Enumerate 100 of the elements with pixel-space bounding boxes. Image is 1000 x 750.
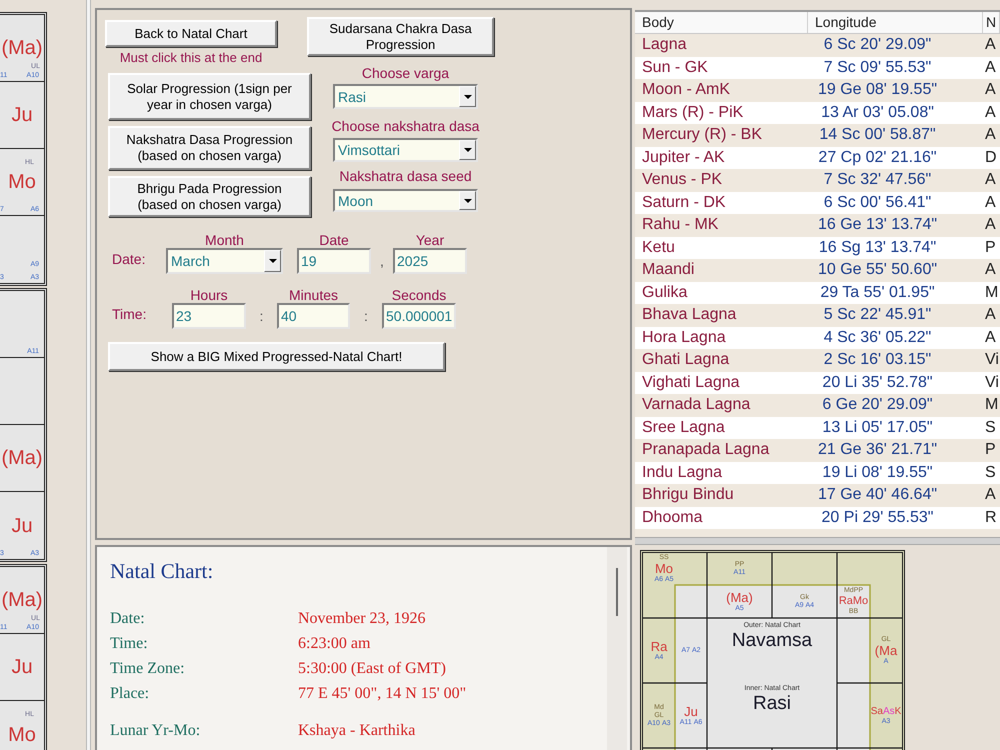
table-cell-text: Hora Lagna xyxy=(641,328,727,348)
planet-label: Ra xyxy=(650,640,668,654)
planet-label: Ra xyxy=(838,595,853,608)
dropdown-select[interactable]: Vimsottari xyxy=(333,138,478,162)
field-label: Month xyxy=(205,232,244,248)
sudarsana-button[interactable]: Sudarsana Chakra Dasa Progression xyxy=(307,17,494,56)
table-cell-text: Vi xyxy=(984,372,1000,392)
table-cell-text: 6 Ge 20' 29.09" xyxy=(821,395,934,415)
planet-label: Mo xyxy=(8,170,36,194)
table-cell-text: 6 Sc 00' 56.41" xyxy=(822,192,932,212)
table-cell-text: Ketu xyxy=(641,238,676,258)
table-cell-text: M xyxy=(984,395,1000,415)
table-cell-text: Sun - GK xyxy=(641,58,709,78)
table-cell-text: 29 Ta 55' 01.95" xyxy=(819,282,936,302)
detail-value: Kshaya - Karthika xyxy=(298,721,416,741)
table-cell-text: 2 Sc 16' 03.15" xyxy=(822,350,932,370)
splitter-bar[interactable] xyxy=(86,0,91,750)
input-field[interactable]: 19 xyxy=(297,248,371,274)
input-field[interactable]: 23 xyxy=(172,303,246,329)
varga-name: Navamsa xyxy=(732,630,812,652)
field-label: Time: xyxy=(112,306,148,324)
varga-name: Rasi xyxy=(752,693,791,715)
planet-label: (Ma) xyxy=(726,590,753,604)
table-cell-text: 16 Sg 13' 13.74" xyxy=(818,238,938,258)
planet-label: Ju xyxy=(11,514,33,538)
table-cell-text: 16 Ge 13' 13.74" xyxy=(816,215,938,235)
planet-label: As xyxy=(882,706,895,718)
table-cell-text: Saturn - DK xyxy=(641,192,727,212)
caret-down-icon xyxy=(459,191,476,210)
table-cell-text: 4 Sc 36' 05.22" xyxy=(822,328,932,348)
table-cell-text: 7 Sc 09' 55.53" xyxy=(822,58,932,78)
separator-text: : xyxy=(260,308,264,324)
dropdown-label: Choose nakshatra dasa xyxy=(332,119,480,133)
progression-button[interactable]: Bhrigu Pada Progression (based on chosen varga) xyxy=(108,176,311,217)
table-cell-text: 13 Ar 03' 05.08" xyxy=(820,102,935,122)
section-title: Natal Chart: xyxy=(110,558,214,584)
table-cell-text: Rahu - MK xyxy=(641,215,720,235)
table-cell-text: Jupiter - AK xyxy=(641,148,726,168)
table-cell-text: Indu Lagna xyxy=(641,462,724,482)
table-cell-text: D xyxy=(984,148,998,168)
table-cell-text: 17 Ge 40' 46.64" xyxy=(816,485,938,505)
splitter-bar[interactable] xyxy=(635,537,1000,545)
input-field[interactable]: 40 xyxy=(277,303,350,329)
progression-button[interactable]: Solar Progression (1sign per year in chosen varga) xyxy=(108,73,311,120)
table-cell-text: Bhrigu Bindu xyxy=(641,485,735,505)
column-header[interactable]: N xyxy=(983,12,1000,33)
separator-text: , xyxy=(380,253,384,269)
back-button[interactable]: Back to Natal Chart xyxy=(105,20,277,47)
planet-label: Ju xyxy=(684,704,698,718)
field-label: Seconds xyxy=(392,287,446,303)
table-cell-text: A xyxy=(984,328,997,348)
field-label: Year xyxy=(416,232,444,248)
table-cell-text: 19 Li 08' 19.55" xyxy=(821,462,934,482)
table-cell-text: A xyxy=(984,305,997,325)
dropdown-select[interactable]: Moon xyxy=(333,189,478,212)
table-cell-text: Sree Lagna xyxy=(641,418,726,438)
table-cell-text: 5 Sc 22' 45.91" xyxy=(822,305,932,325)
table-cell-text: A xyxy=(984,58,997,78)
input-field[interactable]: 50.000001 xyxy=(382,303,456,329)
month-select[interactable]: March xyxy=(166,248,283,274)
scroll-bar[interactable] xyxy=(607,547,627,750)
table-cell-text: 20 Pi 29' 55.53" xyxy=(820,508,934,528)
table-cell-text: Mercury (R) - BK xyxy=(641,125,763,145)
table-cell-text: R xyxy=(984,508,998,528)
table-cell-text: A xyxy=(984,485,997,505)
big-chart-button[interactable]: Show a BIG Mixed Progressed-Natal Chart! xyxy=(108,342,445,371)
table-cell-text: 21 Ge 36' 21.71" xyxy=(816,440,938,460)
table-cell-text: Ghati Lagna xyxy=(641,350,730,370)
table-cell-text: 10 Ge 55' 50.60" xyxy=(816,260,938,280)
planet-label: Mo xyxy=(8,722,36,746)
progression-button[interactable]: Nakshatra Dasa Progression (based on chosen varga) xyxy=(108,126,311,170)
planet-label: Mo xyxy=(654,562,674,576)
dropdown-select[interactable]: Rasi xyxy=(333,84,478,109)
table-cell-text: A xyxy=(984,170,997,190)
table-cell-text: A xyxy=(984,35,997,55)
table-cell-text: Maandi xyxy=(641,260,696,280)
table-cell-text: 27 Cp 02' 21.16" xyxy=(817,148,938,168)
table-cell-text: Mars (R) - PiK xyxy=(641,102,744,122)
table-cell-text: M xyxy=(984,282,1000,302)
table-cell-text: 7 Sc 32' 47.56" xyxy=(822,170,932,190)
table-cell-text: A xyxy=(984,192,997,212)
column-header[interactable]: Longitude xyxy=(808,12,983,33)
table-cell-text: A xyxy=(984,102,997,122)
planet-label: (Ma) xyxy=(1,446,43,470)
table-cell-text: 19 Ge 08' 19.55" xyxy=(816,80,938,100)
table-cell-text: Vighati Lagna xyxy=(641,372,741,392)
table-cell-text: Gulika xyxy=(641,282,688,302)
field-label: Date: xyxy=(112,251,146,269)
table-cell-text: Varnada Lagna xyxy=(641,395,752,415)
field-label: Hours xyxy=(190,287,228,303)
caret-down-icon xyxy=(459,140,476,160)
table-cell-text: A xyxy=(984,260,997,280)
dropdown-label: Nakshatra dasa seed xyxy=(339,169,472,183)
planet-label: K xyxy=(894,706,902,718)
planet-label: (Ma) xyxy=(1,36,43,60)
column-header[interactable]: Body xyxy=(635,12,808,33)
input-field[interactable]: 2025 xyxy=(393,248,467,274)
table-cell-text: Lagna xyxy=(641,35,688,55)
detail-label: Time: xyxy=(110,634,149,654)
planet-label: (Ma xyxy=(874,644,898,658)
